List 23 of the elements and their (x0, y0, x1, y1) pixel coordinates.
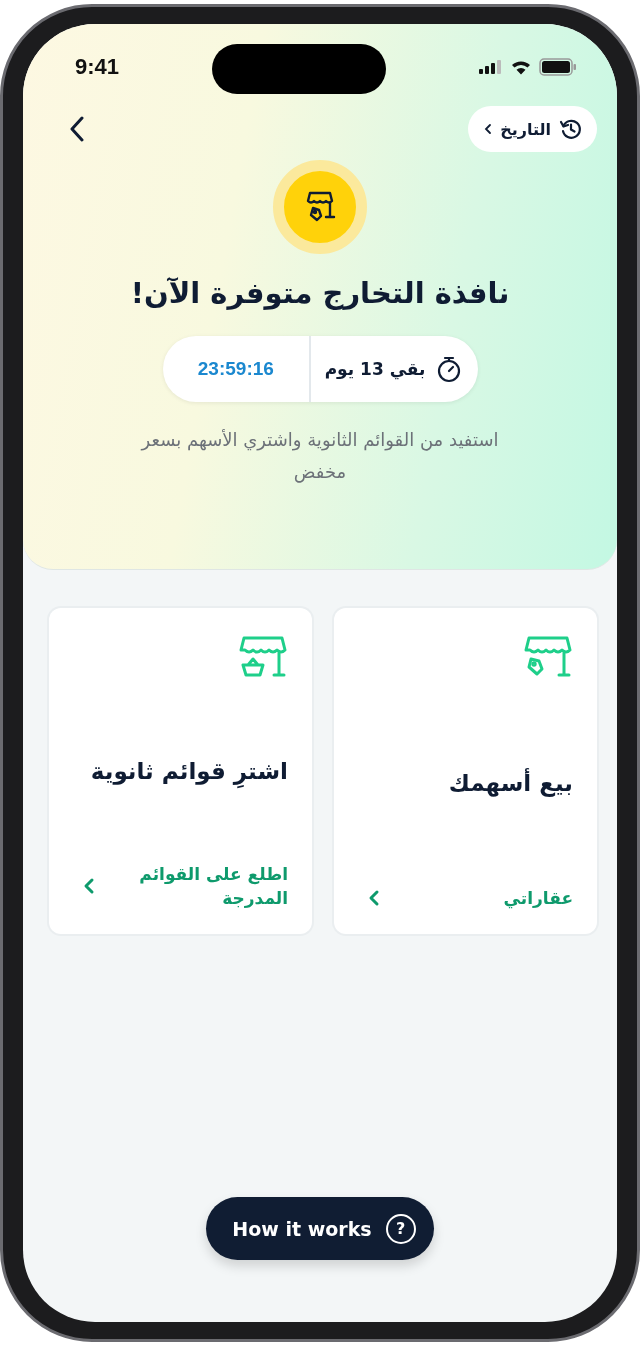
action-card[interactable]: اشترِ قوائم ثانوية اطلع على القوائم المدرجة (49, 608, 312, 934)
chevron-icon (484, 123, 493, 135)
wifi-icon (511, 59, 531, 75)
back-icon (69, 116, 85, 142)
action-card[interactable]: بيع أسهمك عقاراتي (334, 608, 597, 934)
page-title: نافذة التخارج متوفرة الآن! (130, 276, 510, 310)
status-time: 9:41 (75, 54, 120, 80)
history-icon (559, 117, 583, 141)
card-link[interactable]: عقاراتي (356, 886, 573, 910)
description: استفيد من القوائم الثانوية واشتري الأسهم بسعر مخفض (139, 428, 500, 485)
card-link[interactable]: اطلع على القوائم المدرجة (71, 862, 288, 910)
signal-icon (479, 60, 503, 74)
countdown-clock: 23:59:16 (196, 358, 275, 380)
battery-icon (539, 58, 577, 76)
days-remaining: بقي 13 يوم (324, 359, 426, 379)
card-title: بيع أسهمك (447, 770, 573, 796)
stopwatch-icon (435, 355, 462, 383)
store-tag-icon (523, 634, 573, 680)
history-button[interactable]: التاريخ (468, 106, 597, 152)
chevron-icon (368, 889, 380, 907)
chevron-icon (83, 877, 95, 895)
store-basket-icon (238, 634, 288, 680)
how-it-works-button[interactable]: How it works ? (206, 1197, 434, 1260)
